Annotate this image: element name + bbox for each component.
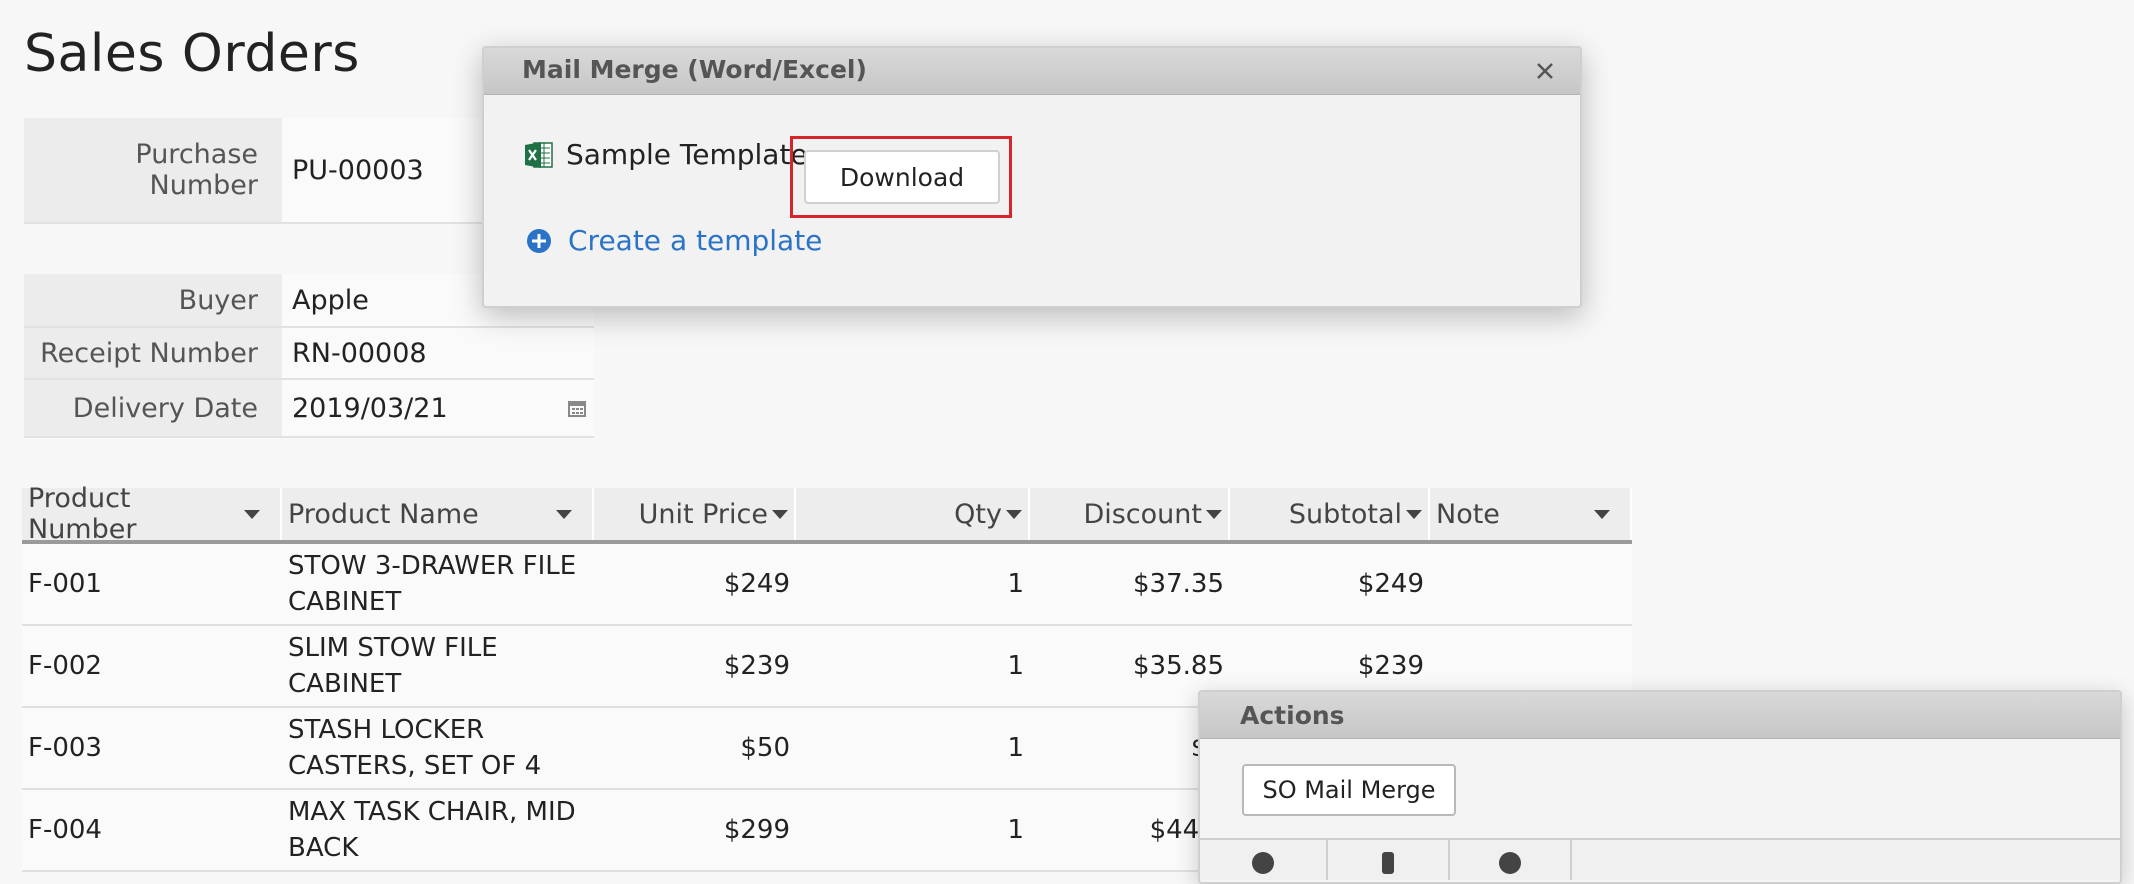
column-header-unit-price[interactable]: Unit Price (594, 488, 796, 540)
comment-icon (1252, 852, 1274, 874)
dialog-title: Mail Merge (Word/Excel) (522, 55, 867, 84)
toolbar-button-1[interactable] (1200, 840, 1328, 880)
table-header: Product Number Product Name Unit Price Q… (22, 483, 1632, 545)
sort-caret-icon[interactable] (1594, 509, 1610, 519)
delivery-date-field[interactable]: 2019/03/21 (282, 380, 594, 436)
cell-qty: 1 (1007, 569, 1024, 599)
column-header-note[interactable]: Note (1430, 488, 1632, 540)
cell-subtotal: $249 (1357, 569, 1424, 599)
cell-product-name: STOW 3-DRAWER FILE CABINET (288, 551, 577, 617)
cell-unit-price: $299 (723, 815, 790, 845)
actions-toolbar (1200, 838, 2120, 880)
delivery-date-row: Delivery Date 2019/03/21 (24, 380, 594, 438)
cell-product-name: MAX TASK CHAIR, MID BACK (288, 797, 576, 863)
actions-panel: Actions SO Mail Merge (1198, 690, 2122, 884)
toolbar-button-3[interactable] (1450, 840, 1572, 880)
page-title: Sales Orders (24, 24, 360, 84)
cell-product-number: F-001 (28, 569, 102, 599)
cell-unit-price: $239 (723, 651, 790, 681)
mail-merge-dialog: Mail Merge (Word/Excel) Sample Template … (482, 46, 1582, 308)
cell-qty: 1 (1007, 815, 1024, 845)
dialog-header[interactable]: Mail Merge (Word/Excel) (484, 48, 1580, 95)
plus-circle-icon (527, 228, 551, 253)
column-header-product-name[interactable]: Product Name (282, 488, 594, 540)
close-icon[interactable] (1532, 58, 1558, 84)
sample-template-row: Sample Template (524, 138, 808, 171)
cell-unit-price: $50 (740, 733, 790, 763)
thumb-icon (1382, 852, 1394, 874)
so-mail-merge-button[interactable]: SO Mail Merge (1242, 764, 1456, 816)
receipt-number-label: Receipt Number (24, 328, 282, 378)
delivery-date-value: 2019/03/21 (292, 392, 448, 424)
calendar-icon[interactable] (568, 399, 586, 417)
cell-product-name: SLIM STOW FILE CABINET (288, 633, 498, 699)
sort-caret-icon[interactable] (772, 509, 788, 519)
download-button[interactable]: Download (804, 150, 1000, 204)
column-header-product-number[interactable]: Product Number (22, 483, 282, 545)
column-header-qty[interactable]: Qty (796, 488, 1030, 540)
cell-product-number: F-002 (28, 651, 102, 681)
cell-note (1430, 544, 1632, 624)
column-header-subtotal[interactable]: Subtotal (1230, 488, 1430, 540)
sort-caret-icon[interactable] (244, 509, 260, 519)
receipt-number-field[interactable]: RN-00008 (282, 328, 594, 378)
sort-caret-icon[interactable] (556, 509, 572, 519)
actions-title: Actions (1240, 701, 1345, 730)
create-template-link[interactable]: Create a template (526, 224, 822, 257)
cell-discount: $37.35 (1133, 569, 1224, 599)
delivery-date-label: Delivery Date (24, 380, 282, 436)
cell-qty: 1 (1007, 733, 1024, 763)
receipt-number-row: Receipt Number RN-00008 (24, 328, 594, 380)
sort-caret-icon[interactable] (1206, 509, 1222, 519)
column-header-discount[interactable]: Discount (1030, 488, 1230, 540)
sort-caret-icon[interactable] (1006, 509, 1022, 519)
cell-product-number: F-003 (28, 733, 102, 763)
cell-unit-price: $249 (723, 569, 790, 599)
create-template-label: Create a template (568, 224, 823, 257)
sort-caret-icon[interactable] (1406, 509, 1422, 519)
sample-template-label: Sample Template (566, 138, 808, 171)
purchase-number-label: Purchase Number (24, 118, 282, 222)
buyer-label: Buyer (24, 274, 282, 326)
table-row[interactable]: F-001 STOW 3-DRAWER FILE CABINET $249 1 $37.… (22, 544, 1632, 626)
toolbar-button-2[interactable] (1328, 840, 1450, 880)
actions-header[interactable]: Actions (1200, 692, 2120, 739)
info-icon (1499, 852, 1521, 874)
cell-qty: 1 (1007, 651, 1024, 681)
excel-file-icon (525, 141, 553, 168)
cell-product-name: STASH LOCKER CASTERS, SET OF 4 (288, 715, 542, 781)
cell-product-number: F-004 (28, 815, 102, 845)
